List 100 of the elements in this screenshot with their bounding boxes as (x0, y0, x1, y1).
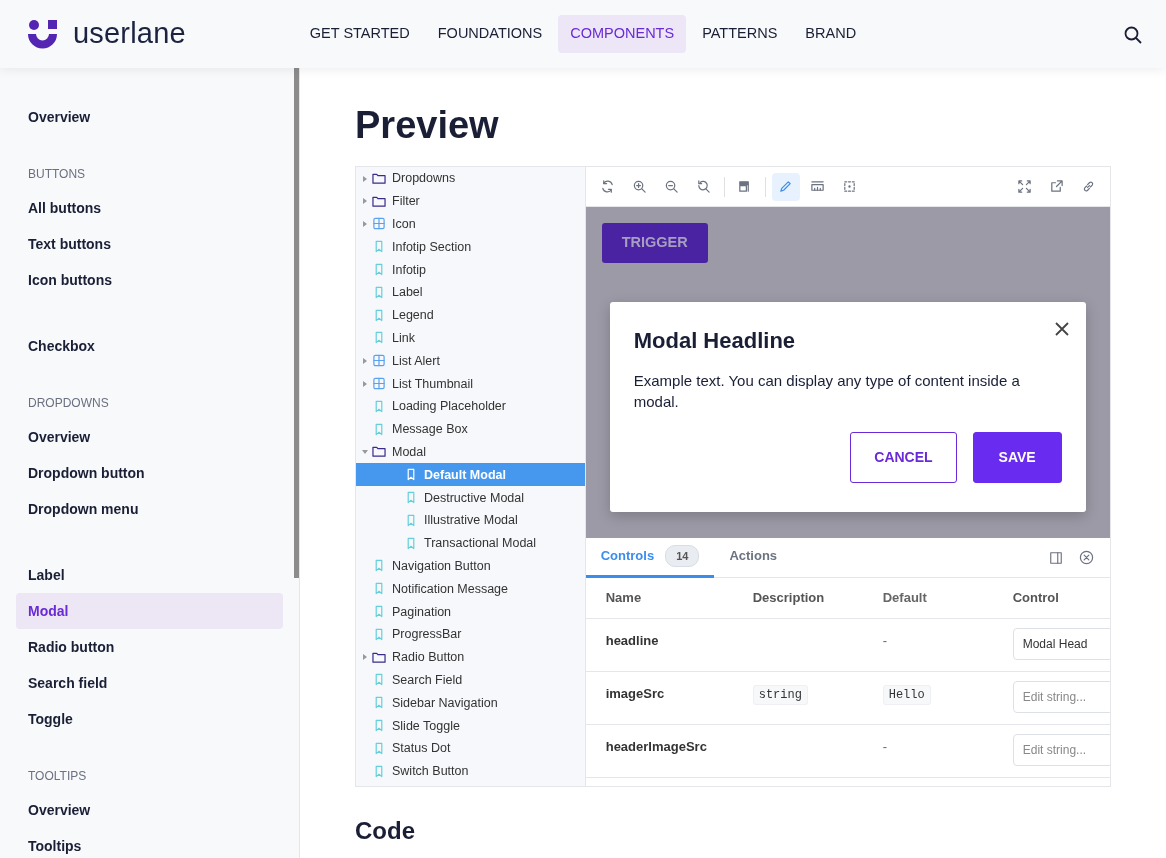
control-input[interactable]: Edit string... (1012, 681, 1110, 713)
tree-item[interactable]: Filter (356, 189, 585, 213)
tree-item[interactable]: Transactional Modal (356, 531, 585, 555)
caret-right-icon (362, 654, 368, 661)
tree-item[interactable]: Legend (356, 303, 585, 327)
section-heading: DROPDOWNS (27, 395, 110, 412)
page-title: Preview (355, 103, 500, 148)
tree-item[interactable]: Modal (356, 440, 585, 464)
tree-item[interactable]: Message Box (356, 417, 585, 441)
grid-icon (371, 377, 387, 391)
tree-item[interactable]: ProgressBar (356, 622, 585, 646)
sidebar-item[interactable]: Toggle (16, 701, 283, 737)
close-panel-button[interactable] (1079, 550, 1094, 565)
panel-layout-button[interactable] (1049, 550, 1063, 565)
tree-item[interactable]: Pagination (356, 600, 585, 623)
default-code: Hello (882, 685, 931, 705)
tree-item[interactable]: Loading Placeholder (356, 394, 585, 418)
caret-right-icon (362, 221, 368, 228)
tree-item[interactable]: Illustrative Modal (356, 508, 585, 532)
tree-item[interactable]: Link (356, 326, 585, 350)
section-heading: TOOLTIPS (27, 768, 88, 785)
share-icon (1048, 179, 1064, 194)
fullscreen-icon (1016, 179, 1032, 194)
nav-link[interactable]: FOUNDATIONS (425, 15, 555, 53)
trigger-button[interactable]: TRIGGER (601, 223, 708, 263)
folder-icon (371, 650, 387, 664)
type-code: string (752, 685, 808, 705)
caret-right-icon (362, 380, 368, 387)
table-cell: - (882, 633, 888, 648)
nav-link[interactable]: COMPONENTS (558, 15, 687, 53)
sidebar-item[interactable]: Dropdown button (16, 455, 283, 491)
tree-item[interactable]: Dropdowns (356, 167, 585, 190)
sidebar-item[interactable]: Overview (16, 792, 283, 828)
table-cell: - (882, 739, 888, 754)
zoom-in-icon (632, 179, 648, 194)
control-input[interactable]: Modal Head (1012, 628, 1110, 660)
tree-item[interactable]: Destructive Modal (356, 486, 585, 509)
sidebar-item[interactable]: Overview (16, 419, 283, 455)
zoom-out-icon (664, 179, 680, 194)
caret-right-icon (362, 175, 368, 182)
tree-item[interactable]: Notification Message (356, 577, 585, 601)
tree-item[interactable]: Search Field (356, 668, 585, 692)
sidebar-item[interactable]: Text buttons (16, 226, 283, 262)
modal-headline: Modal Headline (633, 328, 797, 355)
addon-tab[interactable]: Actions (714, 537, 793, 578)
sidebar-item[interactable]: Radio button (16, 629, 283, 665)
tree-item[interactable]: Status Dot (356, 736, 585, 760)
sidebar-item[interactable]: All buttons (16, 190, 283, 226)
column-header: Default (882, 589, 928, 608)
addon-tab[interactable]: Controls 14 (585, 537, 715, 578)
sidebar-item[interactable]: Checkbox (16, 328, 283, 364)
sidebar-item[interactable]: Modal (16, 593, 283, 629)
section-title: Code (355, 817, 416, 846)
tree-item[interactable]: Slide Toggle (356, 714, 585, 737)
folder-icon (371, 194, 387, 208)
table-cell-text: headerImageSrc (604, 738, 708, 756)
count-badge: 14 (665, 544, 700, 568)
tree-item[interactable]: Infotip Section (356, 235, 585, 259)
outline-icon (842, 179, 858, 194)
save-button[interactable]: SAVE (972, 432, 1062, 484)
sidebar-item[interactable]: Search field (16, 665, 283, 701)
tree-item[interactable]: List Alert (356, 349, 585, 373)
nav-link[interactable]: GET STARTED (297, 15, 422, 53)
tree-item[interactable]: Label (356, 281, 585, 304)
column-header: Name (604, 589, 643, 608)
caret-right-icon (362, 198, 368, 205)
ruler-icon (810, 179, 826, 194)
nav-link[interactable]: BRAND (793, 15, 869, 53)
pen-icon (778, 179, 794, 194)
nav-link[interactable]: PATTERNS (690, 15, 790, 53)
tree-item[interactable]: Radio Button (356, 645, 585, 669)
grid-icon (371, 354, 387, 368)
panel-layout-icon (1049, 550, 1063, 565)
folder-icon (371, 171, 387, 185)
reload-icon (600, 179, 616, 194)
sidebar-item[interactable]: Icon buttons (16, 262, 283, 298)
sidebar-item[interactable]: Label (16, 557, 283, 593)
zoom-reset-icon (696, 179, 712, 194)
grid-icon (371, 217, 387, 231)
column-header: Description (752, 589, 826, 608)
cancel-button[interactable]: CANCEL (850, 432, 957, 484)
tree-item[interactable]: List Thumbnail (356, 372, 585, 395)
tree-item[interactable]: Navigation Button (356, 554, 585, 578)
tree-item[interactable]: Switch Button (356, 759, 585, 783)
sidebar-item[interactable]: Overview (16, 99, 283, 135)
tree-item[interactable]: Sidebar Navigation (356, 691, 585, 715)
caret-down-icon (362, 449, 368, 456)
close-circle-icon (1079, 550, 1094, 565)
logo-text: userlane (73, 16, 186, 52)
pen-button[interactable] (771, 172, 800, 201)
sidebar-item[interactable]: Tooltips (16, 828, 283, 858)
scrollbar-thumb[interactable] (294, 68, 299, 578)
tree-item[interactable]: Infotip (356, 258, 585, 281)
control-input[interactable]: Edit string... (1012, 734, 1110, 766)
modal-text: Example text. You can display any type of content inside a modal. (633, 371, 1021, 413)
sidebar-item[interactable]: Dropdown menu (16, 491, 283, 527)
caret-right-icon (362, 357, 368, 364)
table-cell-text: headline (604, 632, 660, 650)
table-cell-text: imageSrc (604, 685, 666, 703)
tree-item[interactable]: Icon (356, 212, 585, 236)
